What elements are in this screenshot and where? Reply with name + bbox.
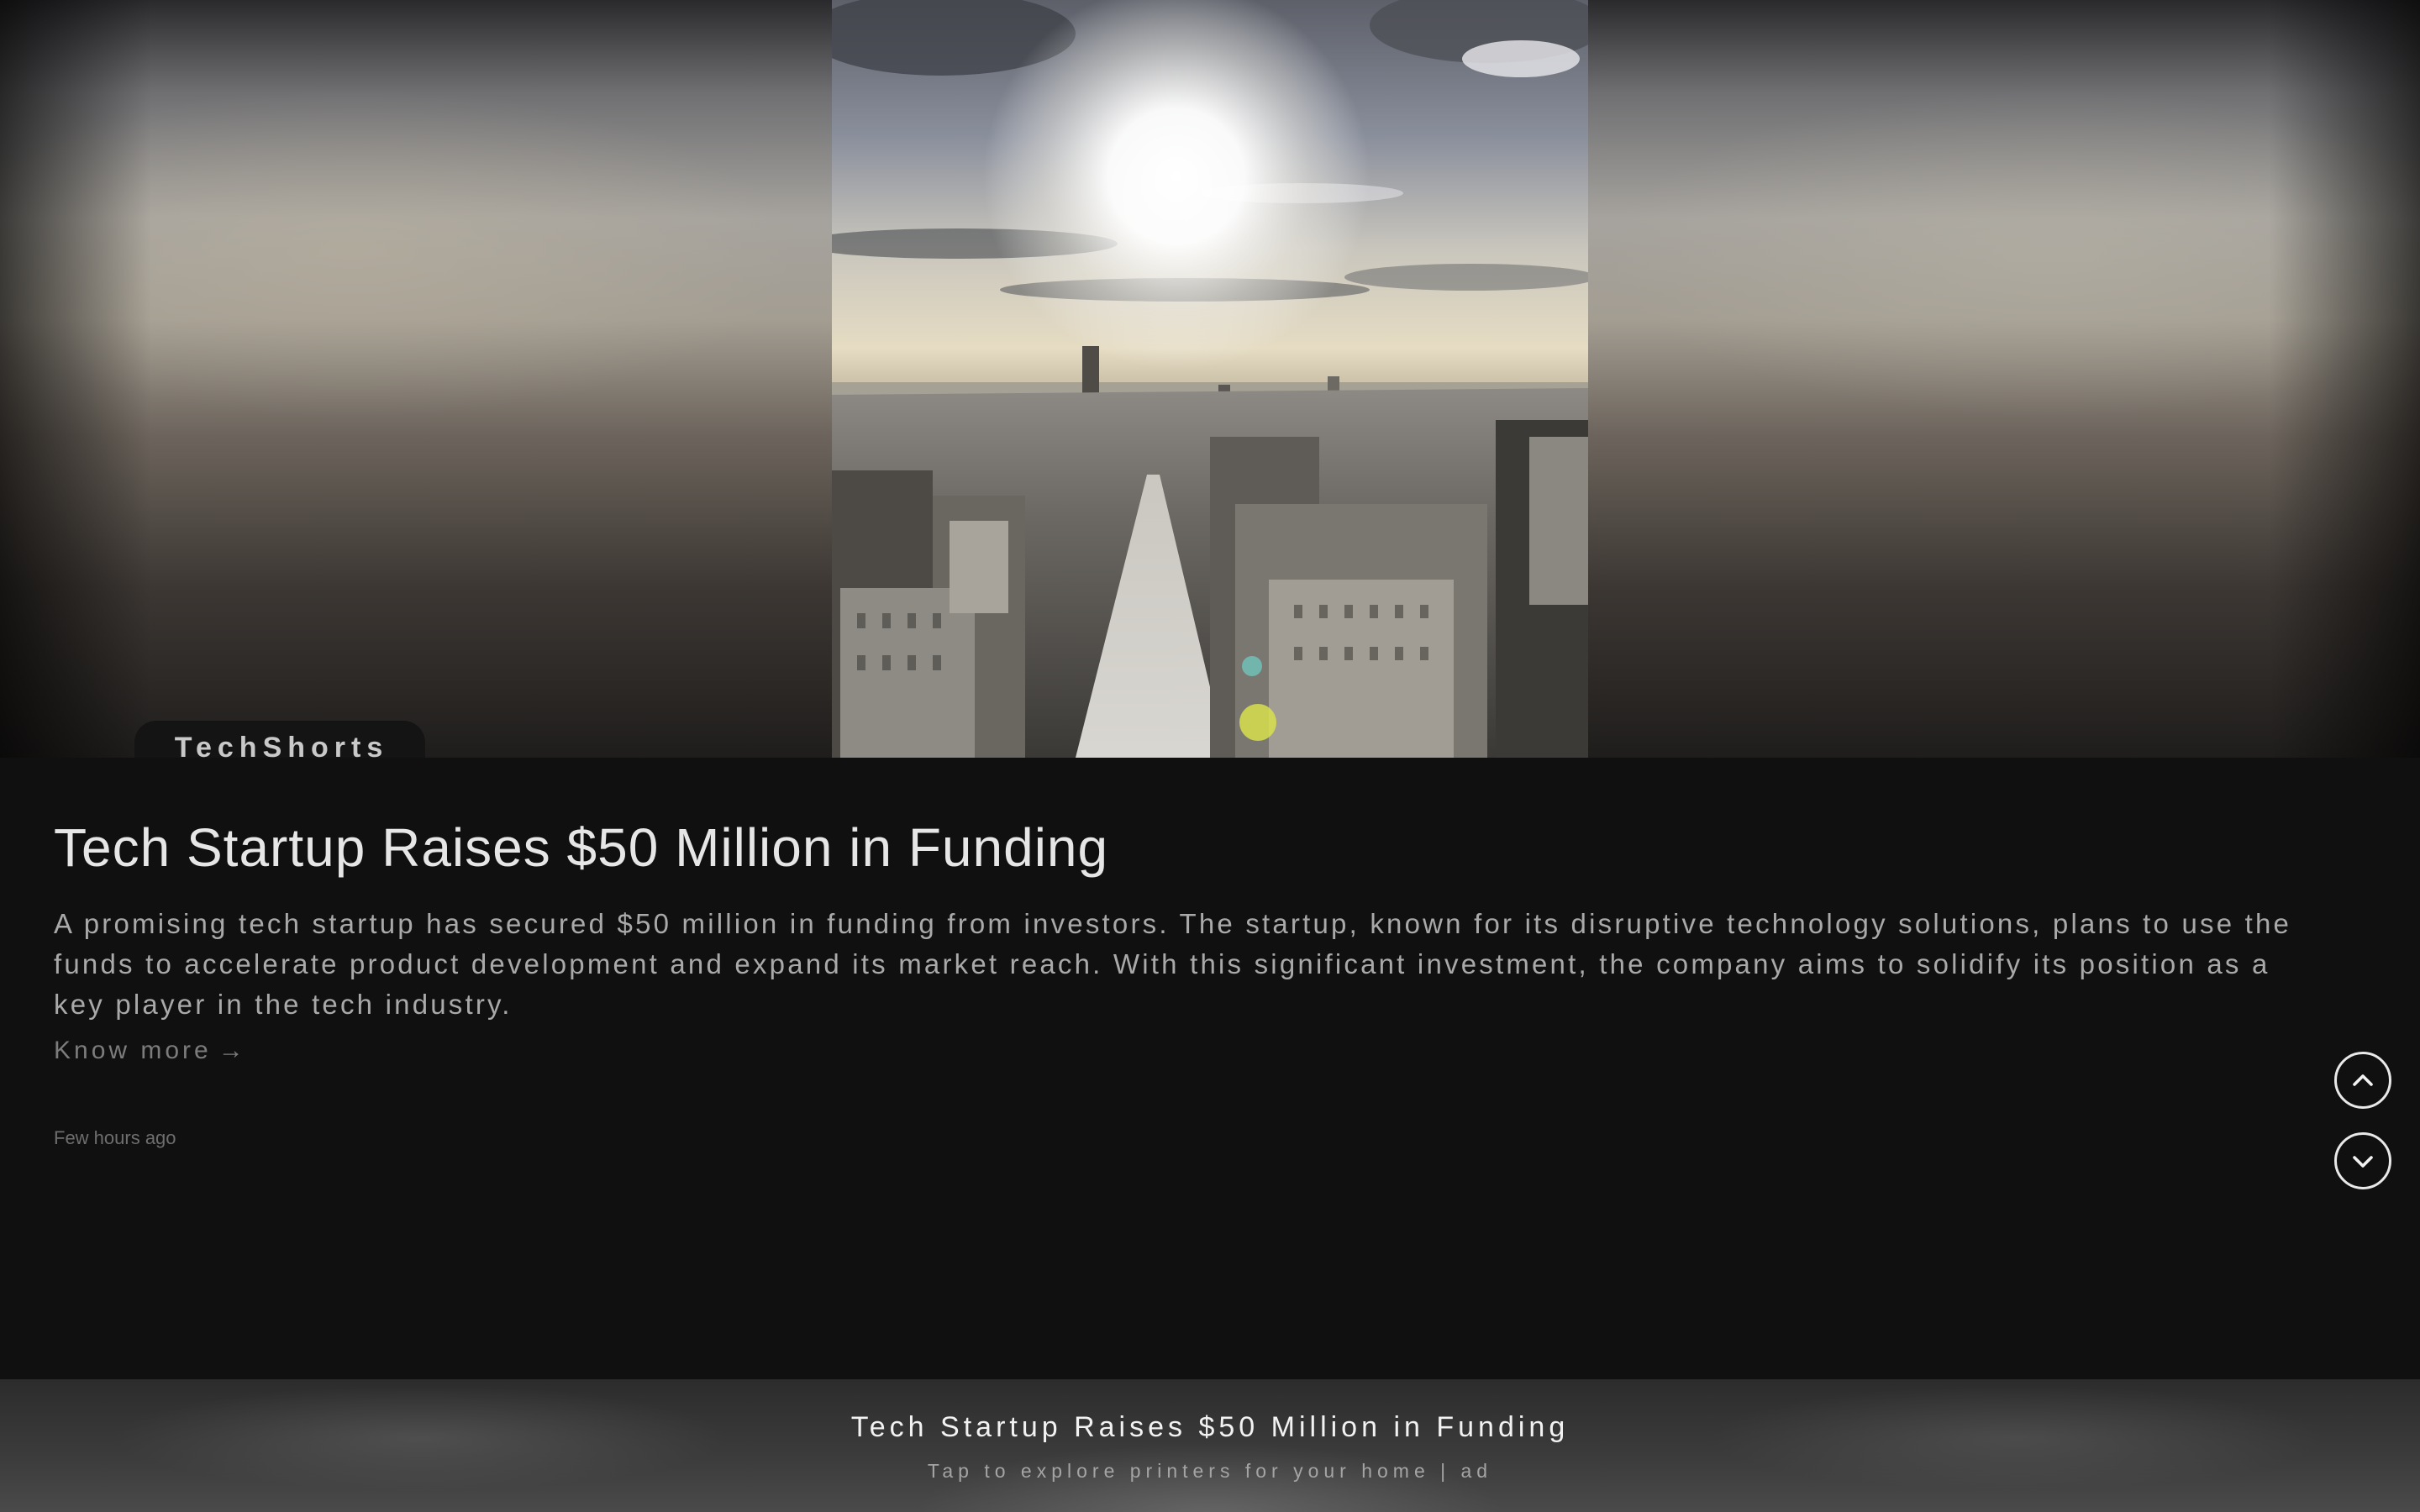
hero-background: TechShorts: [0, 0, 2420, 758]
ad-subtitle: Tap to explore printers for your home | …: [927, 1460, 1493, 1482]
ad-banner[interactable]: Tech Startup Raises $50 Million in Fundi…: [0, 1379, 2420, 1512]
article-image: [832, 0, 1588, 758]
know-more-label: Know more: [54, 1037, 212, 1064]
ad-title: Tech Startup Raises $50 Million in Fundi…: [850, 1411, 1570, 1443]
previous-article-button[interactable]: [2334, 1052, 2391, 1109]
know-more-link[interactable]: Know more →: [54, 1037, 244, 1065]
arrow-right-icon: →: [218, 1037, 244, 1064]
hero-vignette-right: [2269, 0, 2420, 758]
article-timestamp: Few hours ago: [54, 1127, 176, 1148]
chevron-down-icon: [2353, 1156, 2373, 1168]
chevron-up-icon: [2353, 1074, 2373, 1086]
next-article-button[interactable]: [2334, 1132, 2391, 1189]
article-content: Tech Startup Raises $50 Million in Fundi…: [0, 758, 2420, 1379]
article-headline: Tech Startup Raises $50 Million in Fundi…: [54, 817, 1109, 878]
article-summary: A promising tech startup has secured $50…: [54, 908, 2292, 1020]
city-skyline-image: [832, 0, 1588, 758]
app-root: TechShorts Tech Startup Raises $50 Milli…: [0, 0, 2420, 1512]
source-name-tab: TechShorts: [134, 721, 425, 758]
hero-vignette-left: [0, 0, 151, 758]
